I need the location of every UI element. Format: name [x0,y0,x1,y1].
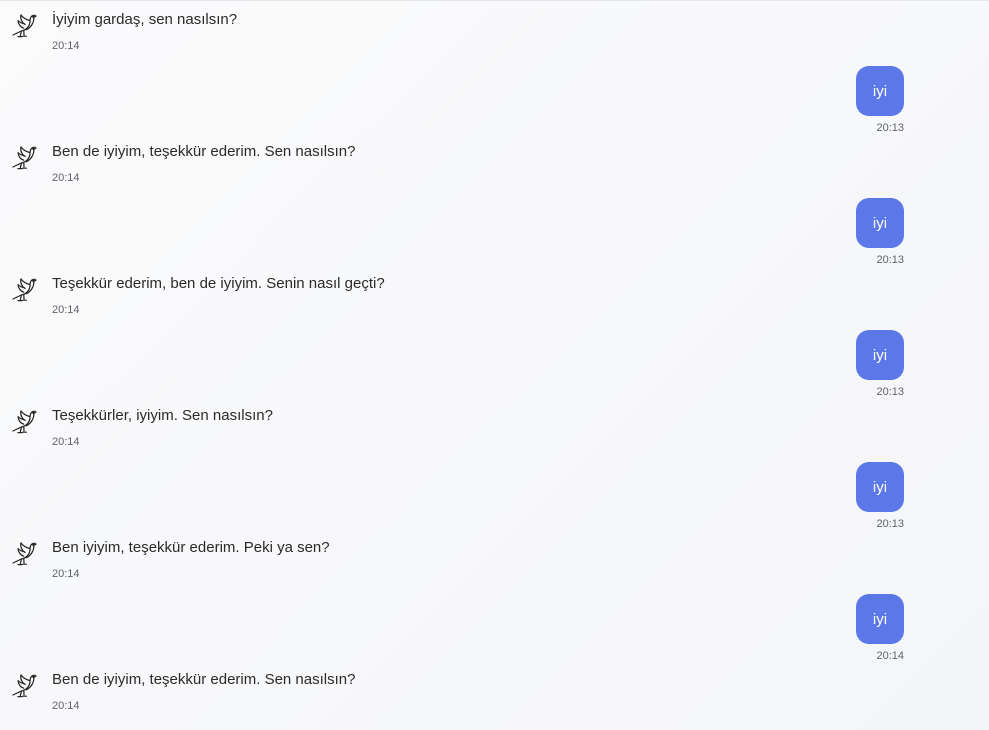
user-message: iyi 20:14 [844,594,904,669]
user-message-bubble: iyi [856,594,904,644]
bot-message-text: Ben iyiyim, teşekkür ederim. Peki ya sen… [52,539,330,556]
message-timestamp: 20:14 [52,40,80,52]
user-message-bubble: iyi [856,462,904,512]
message-timestamp: 20:14 [52,568,80,580]
message-timestamp: 20:14 [52,172,80,184]
message-timestamp: 20:13 [876,386,904,398]
bot-message: İyiyim gardaş, sen nasılsın? 20:14 [0,5,800,65]
user-message: iyi 20:13 [844,198,904,273]
bot-message: Teşekkür ederim, ben de iyiyim. Senin na… [0,269,800,329]
message-timestamp: 20:14 [52,436,80,448]
bot-message-text: Ben de iyiyim, teşekkür ederim. Sen nası… [52,143,356,160]
dove-icon [12,146,37,170]
message-timestamp: 20:13 [876,254,904,266]
bot-message-text: Teşekkür ederim, ben de iyiyim. Senin na… [52,275,385,292]
message-timestamp: 20:14 [52,700,80,712]
user-message-bubble: iyi [856,330,904,380]
user-message-bubble: iyi [856,198,904,248]
user-message-bubble: iyi [856,66,904,116]
dove-icon [12,410,37,434]
dove-icon [12,542,37,566]
dove-icon [12,14,37,38]
chat-container[interactable]: İyiyim gardaş, sen nasılsın? 20:14 iyi 2… [0,0,989,730]
dove-icon [12,278,37,302]
message-timestamp: 20:14 [52,304,80,316]
bot-message-text: Teşekkürler, iyiyim. Sen nasılsın? [52,407,273,424]
message-timestamp: 20:13 [876,518,904,530]
bot-message: Teşekkürler, iyiyim. Sen nasılsın? 20:14 [0,401,800,461]
bot-message: Ben de iyiyim, teşekkür ederim. Sen nası… [0,665,800,725]
user-message: iyi 20:13 [844,330,904,405]
bot-message-text: İyiyim gardaş, sen nasılsın? [52,11,238,28]
bot-message-text: Ben de iyiyim, teşekkür ederim. Sen nası… [52,671,356,688]
bot-message: Ben iyiyim, teşekkür ederim. Peki ya sen… [0,533,800,593]
message-timestamp: 20:14 [876,650,904,662]
user-message: iyi 20:13 [844,462,904,537]
user-message: iyi 20:13 [844,66,904,141]
dove-icon [12,674,37,698]
message-timestamp: 20:13 [876,122,904,134]
bot-message: Ben de iyiyim, teşekkür ederim. Sen nası… [0,137,800,197]
